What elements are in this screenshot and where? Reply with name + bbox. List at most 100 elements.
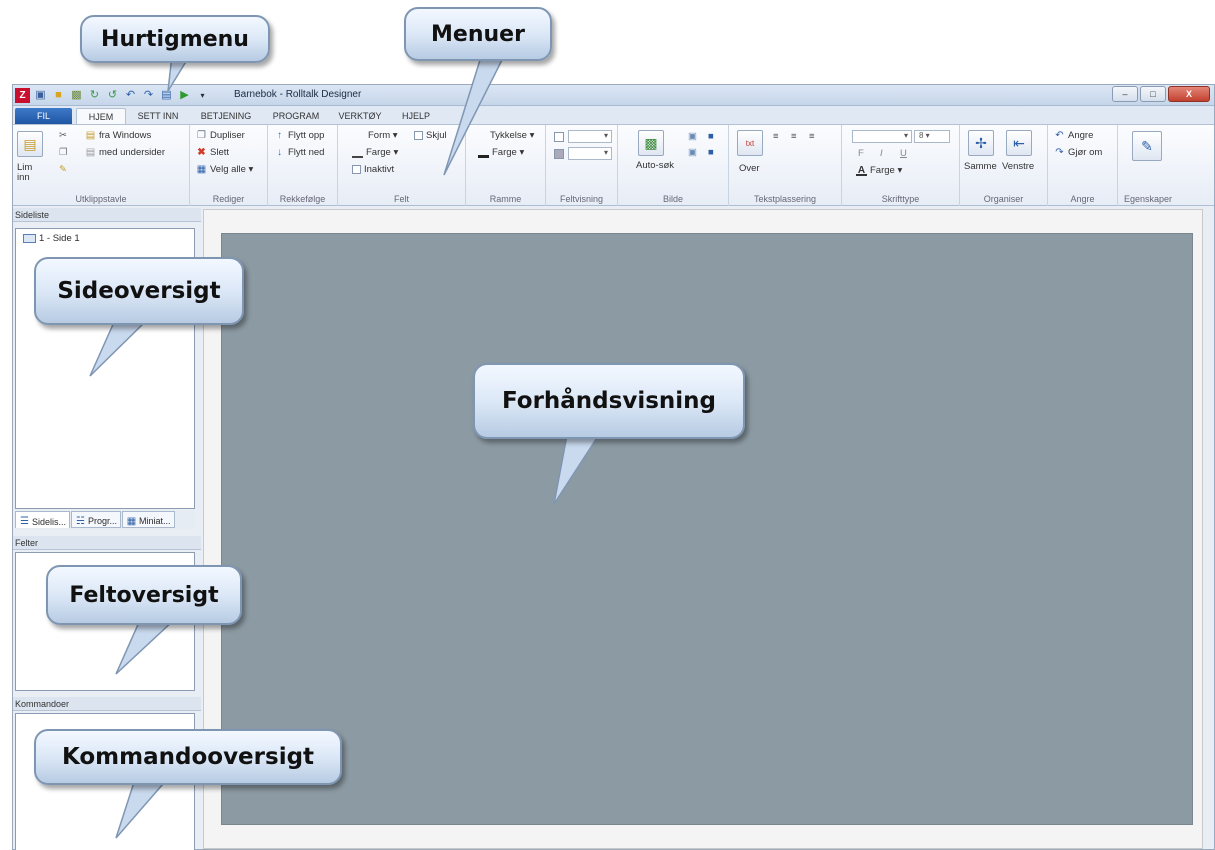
tab-verktoy[interactable]: VERKTØY xyxy=(331,108,389,124)
image-search-icon[interactable]: ■ xyxy=(708,147,714,158)
field-view-combo-1[interactable]: ▾ xyxy=(568,130,612,143)
group-font: ▾ 8 ▾ F I U A Farge ▾ Skrifttype xyxy=(842,125,960,206)
cut-icon[interactable]: ✂ xyxy=(59,130,67,141)
font-color-dropdown[interactable]: A Farge ▾ xyxy=(856,165,902,176)
group-label-clipboard: Utklippstavle xyxy=(75,194,127,204)
group-label-undo: Angre xyxy=(1070,194,1095,204)
edit-image-icon[interactable]: ▣ xyxy=(688,147,697,158)
save-icon[interactable]: ▣ xyxy=(33,88,48,103)
tab-sett-inn[interactable]: SETT INN xyxy=(129,108,187,124)
select-all-button[interactable]: ▦ Velg alle ▾ xyxy=(196,164,254,175)
italic-button[interactable]: I xyxy=(880,148,883,159)
move-up-button[interactable]: ↑ Flytt opp xyxy=(274,130,324,141)
redo-button[interactable]: ↷ Gjør om xyxy=(1054,147,1102,158)
field-view-toggle-2[interactable] xyxy=(554,149,564,159)
preview-canvas[interactable] xyxy=(221,233,1193,825)
preview-frame xyxy=(203,209,1203,849)
callout-field-overview: Feltoversigt xyxy=(46,565,242,625)
open-folder-icon[interactable]: ■ xyxy=(51,88,66,103)
page-list-item[interactable]: 1 - Side 1 xyxy=(23,233,80,244)
auto-search-icon[interactable]: ▩ xyxy=(638,130,664,156)
group-properties: ✎ Egenskaper xyxy=(1118,125,1178,206)
field-view-toggle-1[interactable] xyxy=(554,132,564,142)
paste-icon[interactable]: ▤ xyxy=(17,131,43,157)
paste-button[interactable]: Lim inn xyxy=(17,163,45,183)
callout-page-overview: Sideoversigt xyxy=(34,257,244,325)
panel-tabs: ☰ Sidelis... ☵ Progr... ▦ Miniat... xyxy=(15,511,195,529)
group-label-properties: Egenskaper xyxy=(1123,194,1173,204)
copy-icon[interactable]: ❐ xyxy=(59,147,68,158)
page-icon xyxy=(23,234,36,243)
callout-tail-page-overview xyxy=(89,319,149,377)
same-button[interactable]: Samme xyxy=(964,161,997,172)
duplicate-button[interactable]: ❐ Dupliser xyxy=(196,130,245,141)
paste-with-subpages-button[interactable]: ▤ med undersider xyxy=(85,147,165,158)
auto-search-button[interactable]: Auto-søk xyxy=(636,160,674,171)
minimize-button[interactable]: – xyxy=(1112,86,1138,102)
select-all-label: Velg alle ▾ xyxy=(210,164,254,175)
tab-hjem[interactable]: HJEM xyxy=(76,108,126,124)
callout-menus: Menuer xyxy=(404,7,552,61)
group-label-text-position: Tekstplassering xyxy=(753,194,817,204)
tab-betjening[interactable]: BETJENING xyxy=(191,108,261,124)
group-label-field-view: Feltvisning xyxy=(559,194,604,204)
move-up-label: Flytt opp xyxy=(288,130,325,141)
format-painter-icon[interactable]: ✎ xyxy=(59,164,67,175)
tab-program-list[interactable]: ☵ Progr... xyxy=(71,511,122,528)
group-label-order: Rekkefølge xyxy=(279,194,326,204)
redo-arrow-icon: ↷ xyxy=(1055,147,1064,158)
arrow-down-icon: ↓ xyxy=(277,147,282,158)
field-view-combo-2[interactable]: ▾ xyxy=(568,147,612,160)
clipboard-icon: ▤ xyxy=(85,130,96,141)
undo-arrow-icon: ↶ xyxy=(1055,130,1064,141)
underline-button[interactable]: U xyxy=(900,148,907,159)
left-button[interactable]: Venstre xyxy=(1002,161,1034,172)
align-center-icon[interactable]: ≡ xyxy=(791,131,797,142)
close-button[interactable]: X xyxy=(1168,86,1210,102)
group-label-frame: Ramme xyxy=(489,194,522,204)
shape-dropdown[interactable]: Form ▾ xyxy=(368,130,398,141)
undo-icon[interactable]: ↶ xyxy=(123,88,138,103)
paste-from-windows-button[interactable]: ▤ fra Windows xyxy=(85,130,152,141)
group-label-font: Skrifttype xyxy=(881,194,920,204)
font-size-value: 8 xyxy=(919,131,924,140)
text-over-icon[interactable]: txt xyxy=(737,130,763,156)
app-logo-icon[interactable]: Z xyxy=(15,88,30,103)
align-left-layout-icon[interactable]: ⇤ xyxy=(1006,130,1032,156)
field-color-label: Farge ▾ xyxy=(366,147,399,158)
group-label-image: Bilde xyxy=(662,194,683,204)
font-size-combo[interactable]: 8 ▾ xyxy=(914,130,950,143)
duplicate-label: Dupliser xyxy=(210,130,245,141)
field-color-dropdown[interactable]: Farge ▾ xyxy=(352,147,398,158)
paste-with-subpages-label: med undersider xyxy=(99,147,166,158)
print-icon[interactable]: ▩ xyxy=(69,88,84,103)
tab-fil[interactable]: FIL xyxy=(15,108,72,124)
font-name-combo[interactable]: ▾ xyxy=(852,130,912,143)
tab-program[interactable]: PROGRAM xyxy=(265,108,327,124)
delete-button[interactable]: ✖ Slett xyxy=(196,147,229,158)
move-down-button[interactable]: ↓ Flytt ned xyxy=(274,147,324,158)
maximize-button[interactable]: □ xyxy=(1140,86,1166,102)
bold-button[interactable]: F xyxy=(858,148,864,159)
refresh-icon[interactable]: ↻ xyxy=(87,88,102,103)
duplicate-icon: ❐ xyxy=(197,130,206,141)
group-order: ↑ Flytt opp ↓ Flytt ned Rekkefølge xyxy=(268,125,338,206)
tab-thumbnails[interactable]: ▦ Miniat... xyxy=(122,511,175,528)
same-size-icon[interactable]: ✢ xyxy=(968,130,994,156)
inactive-checkbox[interactable]: Inaktivt xyxy=(352,164,394,175)
inactive-label: Inaktivt xyxy=(364,164,395,175)
sync-icon[interactable]: ↺ xyxy=(105,88,120,103)
undo-button[interactable]: ↶ Angre xyxy=(1054,130,1093,141)
group-image: ▩ Auto-søk ▣ ▣ ■ ■ Bilde xyxy=(618,125,729,206)
align-left-icon[interactable]: ≡ xyxy=(773,131,779,142)
callout-quick-menu: Hurtigmenu xyxy=(80,15,270,63)
tab-page-list[interactable]: ☰ Sidelis... xyxy=(15,511,71,528)
align-right-icon[interactable]: ≡ xyxy=(809,131,815,142)
redo-icon[interactable]: ↷ xyxy=(141,88,156,103)
text-over-dropdown[interactable]: Over xyxy=(739,163,760,174)
window-title: Barnebok - Rolltalk Designer xyxy=(234,89,362,100)
insert-image-icon[interactable]: ▣ xyxy=(688,131,697,142)
properties-icon[interactable]: ✎ xyxy=(1132,131,1162,161)
image-library-icon[interactable]: ■ xyxy=(708,131,714,142)
group-label-edit: Rediger xyxy=(212,194,245,204)
